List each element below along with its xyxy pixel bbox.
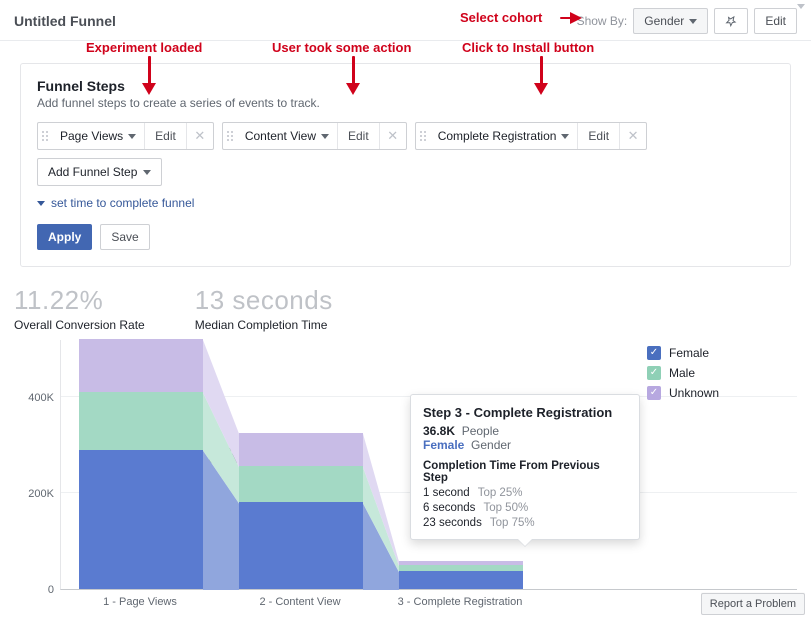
tooltip-section: Completion Time From Previous Step (423, 460, 627, 484)
bar-segment[interactable] (79, 339, 203, 392)
close-icon: ✕ (194, 128, 205, 144)
conversion-label: Overall Conversion Rate (14, 318, 145, 332)
x-axis: 1 - Page Views 2 - Content View 3 - Comp… (14, 590, 797, 608)
chart-stage (61, 340, 221, 589)
set-time-link[interactable]: set time to complete funnel (51, 196, 194, 210)
legend-label: Male (669, 366, 695, 380)
close-icon: ✕ (628, 128, 639, 144)
drag-handle-icon[interactable] (416, 131, 430, 141)
bar-segment[interactable] (399, 565, 523, 571)
chevron-down-icon (321, 134, 329, 139)
chevron-down-icon (561, 134, 569, 139)
tooltip-row-value: 6 seconds (423, 502, 475, 514)
median-label: Median Completion Time (195, 318, 333, 332)
chevron-down-icon (128, 134, 136, 139)
close-icon: ✕ (387, 128, 398, 144)
x-label: 1 - Page Views (60, 590, 220, 608)
report-problem-button[interactable]: Report a Problem (701, 593, 805, 615)
y-tick: 400K (28, 392, 54, 404)
tooltip-gender-label: Gender (471, 438, 511, 452)
step-label-text: Complete Registration (438, 129, 557, 143)
bar-segment[interactable] (239, 433, 363, 467)
bar-segment[interactable] (399, 561, 523, 565)
legend-swatch: ✓ (647, 346, 661, 360)
step-select[interactable]: Page Views (52, 123, 145, 149)
chart-tooltip: Step 3 - Complete Registration 36.8K Peo… (410, 394, 640, 540)
annot-user-action: User took some action (272, 40, 411, 55)
chevron-down-icon (143, 170, 151, 175)
median-value: 13 seconds (195, 285, 333, 316)
tooltip-title: Step 3 - Complete Registration (423, 405, 627, 420)
apply-label: Apply (48, 230, 81, 244)
annot-click-install: Click to Install button (462, 40, 594, 55)
legend-item-male[interactable]: ✓ Male (647, 366, 797, 380)
conversion-value: 11.22% (14, 285, 145, 316)
apply-button[interactable]: Apply (37, 224, 92, 250)
funnel-step-3: Complete Registration Edit ✕ (415, 122, 647, 150)
step-select[interactable]: Content View (237, 123, 338, 149)
drag-handle-icon[interactable] (223, 131, 237, 141)
funnel-steps-panel: Funnel Steps Add funnel steps to create … (20, 63, 791, 267)
legend-label: Unknown (669, 386, 719, 400)
funnel-step-2: Content View Edit ✕ (222, 122, 407, 150)
tooltip-row-metric: Top 25% (478, 487, 523, 499)
bar-segment[interactable] (239, 466, 363, 502)
chevron-down-icon (689, 19, 697, 24)
median-completion-time: 13 seconds Median Completion Time (195, 285, 333, 332)
tooltip-row-value: 1 second (423, 487, 470, 499)
step-remove-button[interactable]: ✕ (380, 128, 406, 144)
legend: ✓ Female ✓ Male ✓ Unknown (647, 346, 797, 406)
step-edit-button[interactable]: Edit (145, 123, 187, 149)
panel-subtext: Add funnel steps to create a series of e… (37, 96, 774, 110)
step-edit-button[interactable]: Edit (338, 123, 380, 149)
funnel-step-1: Page Views Edit ✕ (37, 122, 214, 150)
y-axis: 0 200K 400K (14, 340, 60, 590)
bar-segment[interactable] (239, 502, 363, 589)
step-label-text: Page Views (60, 129, 123, 143)
panel-collapse-icon[interactable] (797, 4, 805, 9)
tooltip-people-label: People (462, 424, 499, 438)
x-label: 2 - Content View (220, 590, 380, 608)
edit-button-label: Edit (765, 14, 786, 28)
tooltip-gender-value: Female (423, 438, 464, 452)
save-button[interactable]: Save (100, 224, 149, 250)
legend-swatch: ✓ (647, 366, 661, 380)
step-label-text: Content View (245, 129, 316, 143)
funnel-chart: 0 200K 400K 62.1% ✓ Female ✓ Male ✓ Unkn… (14, 340, 797, 590)
pin-icon (725, 15, 737, 27)
add-funnel-step-button[interactable]: Add Funnel Step (37, 158, 162, 186)
chevron-down-icon (37, 201, 45, 206)
show-by-value: Gender (644, 14, 684, 28)
legend-item-female[interactable]: ✓ Female (647, 346, 797, 360)
tooltip-row-value: 23 seconds (423, 517, 482, 529)
chart-stage (221, 340, 381, 589)
tooltip-row-metric: Top 50% (483, 502, 528, 514)
annot-experiment-loaded: Experiment loaded (86, 40, 202, 55)
drag-handle-icon[interactable] (38, 131, 52, 141)
tooltip-people-value: 36.8K (423, 424, 455, 438)
y-tick: 200K (28, 488, 54, 500)
panel-heading: Funnel Steps (37, 78, 774, 94)
tooltip-row-metric: Top 75% (490, 517, 535, 529)
legend-swatch: ✓ (647, 386, 661, 400)
step-remove-button[interactable]: ✕ (187, 128, 213, 144)
show-by-select[interactable]: Gender (633, 8, 708, 34)
x-label: 3 - Complete Registration (380, 590, 540, 608)
overall-conversion: 11.22% Overall Conversion Rate (14, 285, 145, 332)
bar-segment[interactable] (79, 392, 203, 450)
step-edit-button[interactable]: Edit (578, 123, 620, 149)
legend-item-unknown[interactable]: ✓ Unknown (647, 386, 797, 400)
legend-label: Female (669, 346, 709, 360)
show-by-label: Show By: (577, 14, 628, 28)
add-step-label: Add Funnel Step (48, 165, 137, 179)
pin-button[interactable] (714, 8, 748, 34)
step-select[interactable]: Complete Registration (430, 123, 579, 149)
bar-segment[interactable] (399, 571, 523, 589)
page-title: Untitled Funnel (14, 13, 116, 29)
edit-button[interactable]: Edit (754, 8, 797, 34)
step-remove-button[interactable]: ✕ (620, 128, 646, 144)
y-tick: 0 (48, 584, 54, 596)
bar-segment[interactable] (79, 450, 203, 589)
save-label: Save (111, 230, 138, 244)
